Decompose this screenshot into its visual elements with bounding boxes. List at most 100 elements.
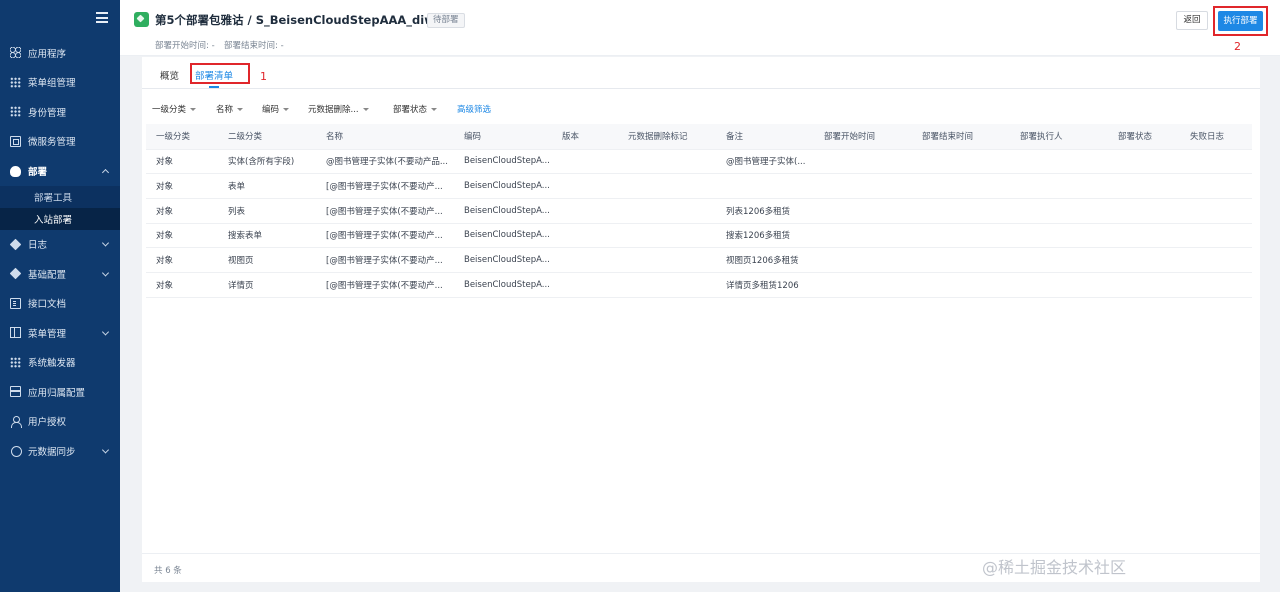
sidebar-subitem-inbound-deploy[interactable]: 入站部署 bbox=[0, 207, 120, 230]
filter-deploy-status[interactable]: 部署状态 bbox=[393, 103, 438, 115]
tab-deploy-list[interactable]: 部署清单 bbox=[195, 68, 233, 82]
table-cell: [@图书管理子实体(不要动产... bbox=[316, 198, 454, 224]
sidebar-item-api-docs[interactable]: 接口文档 bbox=[0, 289, 120, 319]
page-title: 第5个部署包雅诂 / S_BeisenCloudStepAAA_diwug... bbox=[155, 13, 465, 27]
table-cell bbox=[618, 198, 716, 224]
table-cell bbox=[1108, 272, 1180, 298]
table-row[interactable]: 对象 实体(含所有字段) @图书管理子实体(不要动产品... BeisenCloudS… bbox=[146, 149, 1252, 175]
chevron-up-icon bbox=[101, 168, 110, 176]
table-cell bbox=[912, 247, 1010, 273]
sidebar: 应用程序 菜单组管理 身份管理 微服务管理 部署 部署工具 入站部署 日志 基础… bbox=[0, 0, 120, 592]
table-cell bbox=[814, 149, 912, 175]
table-cell bbox=[1108, 198, 1180, 224]
table-cell bbox=[1180, 247, 1252, 273]
back-button[interactable]: 返回 bbox=[1176, 11, 1208, 30]
filter-name[interactable]: 名称 bbox=[216, 103, 244, 115]
layers-icon bbox=[9, 267, 22, 280]
table-cell: 视图页 bbox=[218, 247, 316, 273]
table-cell: 视图页1206多租赁 bbox=[716, 247, 814, 273]
sidebar-item-label: 日志 bbox=[28, 240, 48, 252]
table-cell bbox=[1180, 173, 1252, 199]
sidebar-item-label: 基础配置 bbox=[28, 269, 67, 281]
table-cell: 详情页 bbox=[218, 272, 316, 298]
table-row[interactable]: 对象 详情页 [@图书管理子实体(不要动产... BeisenCloudStepA..… bbox=[146, 272, 1252, 298]
table-row[interactable]: 对象 视图页 [@图书管理子实体(不要动产... BeisenCloudStepA..… bbox=[146, 247, 1252, 273]
table-cell: 搜索表单 bbox=[218, 223, 316, 249]
table-row[interactable]: 对象 搜索表单 [@图书管理子实体(不要动产... BeisenCloudStepA.… bbox=[146, 223, 1252, 249]
sidebar-item-identity[interactable]: 身份管理 bbox=[0, 97, 120, 127]
sidebar-item-label: 微服务管理 bbox=[28, 137, 76, 149]
caret-down-icon bbox=[283, 108, 290, 111]
menu-toggle-icon[interactable] bbox=[96, 12, 108, 23]
sidebar-item-menu-groups[interactable]: 菜单组管理 bbox=[0, 68, 120, 98]
sidebar-item-label: 接口文档 bbox=[28, 299, 67, 311]
sidebar-item-app-ownership[interactable]: 应用归属配置 bbox=[0, 377, 120, 407]
service-icon bbox=[10, 135, 21, 147]
table-cell bbox=[814, 247, 912, 273]
sidebar-item-deploy[interactable]: 部署 bbox=[0, 156, 120, 186]
deploy-list-table: 一级分类 二级分类 名称 编码 版本 元数据删除标记 备注 部署开始时间 部署结束时间 部署执行人… bbox=[146, 124, 1252, 298]
table-cell: [@图书管理子实体(不要动产... bbox=[316, 247, 454, 273]
table-cell bbox=[814, 223, 912, 249]
table-row[interactable]: 对象 列表 [@图书管理子实体(不要动产... BeisenCloudStepA...… bbox=[146, 198, 1252, 224]
deploy-end-time: 部署结束时间: - bbox=[224, 41, 284, 51]
sidebar-item-apps[interactable]: 应用程序 bbox=[0, 38, 120, 68]
table-cell bbox=[1180, 149, 1252, 175]
table-cell: BeisenCloudStepA... bbox=[454, 223, 552, 249]
table-cell: 搜索1206多租赁 bbox=[716, 223, 814, 249]
sidebar-item-label: 菜单组管理 bbox=[28, 78, 76, 90]
sidebar-item-triggers[interactable]: 系统触发器 bbox=[0, 348, 120, 378]
table-cell bbox=[1108, 223, 1180, 249]
package-icon bbox=[134, 12, 149, 27]
chevron-down-icon bbox=[101, 239, 110, 247]
table-cell: @图书管理子实体(不要动产品... bbox=[316, 149, 454, 175]
sidebar-item-menu-management[interactable]: 菜单管理 bbox=[0, 318, 120, 348]
table-cell: 对象 bbox=[146, 247, 218, 273]
sidebar-item-metadata-sync[interactable]: 元数据同步 bbox=[0, 436, 120, 466]
sidebar-item-basic-config[interactable]: 基础配置 bbox=[0, 259, 120, 289]
table-cell bbox=[1010, 149, 1108, 175]
table-header-row: 一级分类 二级分类 名称 编码 版本 元数据删除标记 备注 部署开始时间 部署结束时间 部署执行人… bbox=[146, 124, 1252, 150]
chevron-down-icon bbox=[101, 269, 110, 277]
table-cell bbox=[814, 173, 912, 199]
table-cell: BeisenCloudStepA... bbox=[454, 198, 552, 224]
chevron-down-icon bbox=[101, 446, 110, 454]
sidebar-item-user-auth[interactable]: 用户授权 bbox=[0, 407, 120, 437]
table-cell bbox=[1108, 173, 1180, 199]
grid-icon bbox=[10, 106, 21, 118]
table-cell bbox=[912, 173, 1010, 199]
column-header: 一级分类 bbox=[146, 124, 218, 150]
table-cell: 实体(含所有字段) bbox=[218, 149, 316, 175]
annotation-number: 2 bbox=[1234, 40, 1241, 53]
advanced-filter-link[interactable]: 高级筛选 bbox=[457, 103, 491, 115]
sidebar-subitem-deploy-tools[interactable]: 部署工具 bbox=[0, 185, 120, 208]
table-cell: [@图书管理子实体(不要动产... bbox=[316, 272, 454, 298]
filter-metadata-delete[interactable]: 元数据删除... bbox=[308, 103, 369, 115]
filter-label: 名称 bbox=[216, 105, 234, 115]
tab-overview[interactable]: 概览 bbox=[160, 68, 179, 82]
layout-icon bbox=[10, 327, 21, 339]
table-cell bbox=[1108, 247, 1180, 273]
filter-code[interactable]: 编码 bbox=[262, 103, 290, 115]
column-header: 部署开始时间 bbox=[814, 124, 912, 150]
filter-bar: 一级分类 名称 编码 元数据删除... 部署状态 高级筛选 bbox=[142, 97, 1260, 119]
column-header: 编码 bbox=[454, 124, 552, 150]
sidebar-item-label: 应用归属配置 bbox=[28, 387, 86, 399]
table-cell bbox=[716, 173, 814, 199]
table-cell bbox=[1010, 173, 1108, 199]
table-cell: 对象 bbox=[146, 198, 218, 224]
caret-down-icon bbox=[362, 108, 369, 111]
sidebar-item-label: 系统触发器 bbox=[28, 358, 76, 370]
sidebar-item-logs[interactable]: 日志 bbox=[0, 230, 120, 260]
table-cell bbox=[912, 149, 1010, 175]
column-header: 失败日志 bbox=[1180, 124, 1252, 150]
filter-category[interactable]: 一级分类 bbox=[152, 103, 197, 115]
execute-deploy-button[interactable]: 执行部署 bbox=[1218, 11, 1263, 31]
sidebar-item-microservices[interactable]: 微服务管理 bbox=[0, 127, 120, 157]
filter-label: 编码 bbox=[262, 105, 280, 115]
total-count: 共 6 条 bbox=[154, 566, 182, 576]
table-cell bbox=[1010, 247, 1108, 273]
table-cell bbox=[1180, 272, 1252, 298]
table-row[interactable]: 对象 表单 [@图书管理子实体(不要动产... BeisenCloudStepA... bbox=[146, 173, 1252, 199]
table-cell bbox=[552, 173, 618, 199]
